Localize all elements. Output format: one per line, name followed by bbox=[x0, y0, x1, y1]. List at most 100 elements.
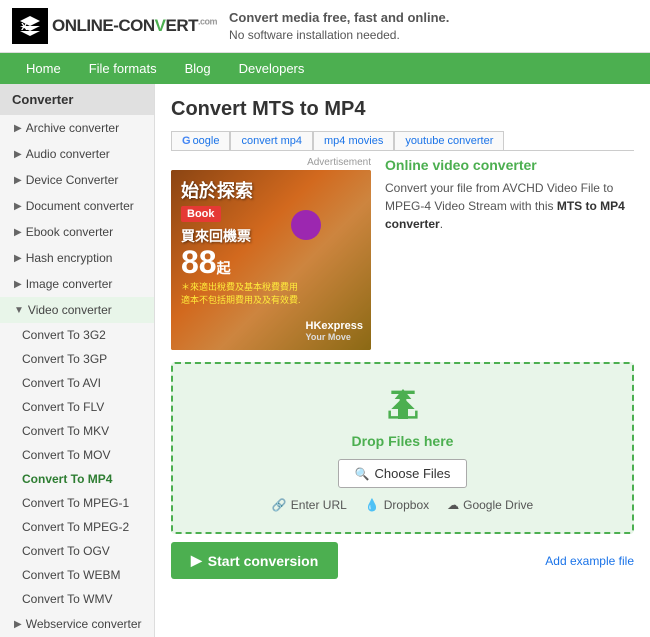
upload-area[interactable]: Drop Files here 🔍 Choose Files 🔗 Enter U… bbox=[171, 362, 634, 534]
sidebar-item-ebook[interactable]: ▶ Ebook converter bbox=[0, 219, 154, 245]
ad-brand-sub: Your Move bbox=[306, 332, 363, 342]
sidebar-label: Image converter bbox=[26, 277, 113, 291]
sidebar-subitem-mpeg1[interactable]: Convert To MPEG-1 bbox=[0, 491, 154, 515]
header: X ONLINE-CONVERT.com Convert media free,… bbox=[0, 0, 650, 53]
info-title: Online video converter bbox=[385, 157, 634, 173]
logo-name: ONLINE-CON bbox=[52, 16, 155, 35]
start-chevron-icon: ▶ bbox=[191, 552, 202, 569]
ad-book-label: Book bbox=[181, 206, 221, 222]
tagline-sub: No software installation needed. bbox=[229, 28, 400, 42]
sidebar-item-device[interactable]: ▶Device Converter bbox=[0, 167, 154, 193]
sidebar-item-audio[interactable]: ▶Audio converter bbox=[0, 141, 154, 167]
start-conversion-button[interactable]: ▶ Start conversion bbox=[171, 542, 338, 579]
page-title: Convert MTS to MP4 bbox=[171, 98, 634, 121]
sidebar-label: Ebook converter bbox=[26, 225, 113, 239]
ad-tab-youtube-converter[interactable]: youtube converter bbox=[394, 131, 504, 150]
google-g-icon: G bbox=[182, 135, 191, 147]
arrow-icon: ▶ bbox=[14, 201, 22, 212]
ad-fine-print: ＊來適出稅費及基本稅費費用適本不包括期費用及及有效費. bbox=[181, 280, 361, 306]
ad-brand: HKexpressYour Move bbox=[306, 320, 363, 342]
sidebar-label: Document converter bbox=[26, 199, 134, 213]
logo-svg-icon: X bbox=[18, 14, 42, 38]
arrow-icon: ▶ bbox=[14, 279, 22, 290]
arrow-icon: ▶ bbox=[14, 149, 22, 160]
nav-developers[interactable]: Developers bbox=[225, 53, 319, 84]
sidebar-item-image[interactable]: ▶ Image converter bbox=[0, 271, 154, 297]
info-text-end: . bbox=[440, 217, 443, 231]
sidebar-subitem-mkv[interactable]: Convert To MKV bbox=[0, 419, 154, 443]
nav-bar: Home File formats Blog Developers bbox=[0, 53, 650, 84]
ad-chinese-title: 始於探索 bbox=[181, 180, 361, 203]
info-text: Convert your file from AVCHD Video File … bbox=[385, 179, 634, 233]
ad-tab-convert-mp4[interactable]: convert mp4 bbox=[230, 131, 313, 150]
bottom-area: ▶ Start conversion Add example file bbox=[171, 542, 634, 579]
ad-circle-decoration bbox=[291, 210, 321, 240]
content-area: Advertisement 始於探索 Book 買來回機票 88起 ＊來適出稅費… bbox=[171, 157, 634, 350]
sidebar-subitem-flv[interactable]: Convert To FLV bbox=[0, 395, 154, 419]
ad-chinese-subtitle: 買來回機票 bbox=[181, 227, 361, 245]
add-example-link[interactable]: Add example file bbox=[545, 554, 634, 568]
drop-files-text: Drop Files here bbox=[193, 433, 612, 449]
main-content: Convert MTS to MP4 G oogle convert mp4 m… bbox=[155, 84, 650, 637]
search-icon: 🔍 bbox=[355, 467, 370, 481]
sidebar-item-hash[interactable]: ▶ Hash encryption bbox=[0, 245, 154, 271]
advertisement-label: Advertisement bbox=[171, 157, 371, 168]
sidebar-subitem-avi[interactable]: Convert To AVI bbox=[0, 371, 154, 395]
sidebar-subitem-wmv[interactable]: Convert To WMV bbox=[0, 587, 154, 611]
choose-files-button[interactable]: 🔍 Choose Files bbox=[338, 459, 468, 488]
sidebar-subitem-3gp[interactable]: Convert To 3GP bbox=[0, 347, 154, 371]
ad-tab-google-label: oogle bbox=[193, 135, 220, 147]
nav-blog[interactable]: Blog bbox=[171, 53, 225, 84]
arrow-icon: ▶ bbox=[14, 253, 22, 264]
dropbox-label: Dropbox bbox=[384, 498, 429, 512]
sidebar-item-video[interactable]: ▼Video converter bbox=[0, 297, 154, 323]
sidebar-label: Video converter bbox=[28, 303, 112, 317]
drive-icon: ☁ bbox=[447, 498, 459, 512]
sidebar-subitem-mpeg2[interactable]: Convert To MPEG-2 bbox=[0, 515, 154, 539]
sidebar-item-archive[interactable]: ▶Archive converter bbox=[0, 115, 154, 141]
ad-tab-google[interactable]: G oogle bbox=[171, 131, 230, 150]
ad-number: 88起 bbox=[181, 246, 361, 278]
page-layout: Converter ▶Archive converter ▶Audio conv… bbox=[0, 84, 650, 637]
logo-icon: X bbox=[12, 8, 48, 44]
sidebar-subitem-mov[interactable]: Convert To MOV bbox=[0, 443, 154, 467]
sidebar-subitem-webm[interactable]: Convert To WEBM bbox=[0, 563, 154, 587]
nav-home[interactable]: Home bbox=[12, 53, 75, 84]
logo-highlight: V bbox=[155, 16, 166, 35]
sidebar-item-webservice[interactable]: ▶ Webservice converter bbox=[0, 611, 154, 637]
upload-links: 🔗 Enter URL 💧 Dropbox ☁ Google Drive bbox=[193, 498, 612, 512]
header-tagline: Convert media free, fast and online. No … bbox=[229, 9, 449, 44]
start-conversion-label: Start conversion bbox=[208, 553, 318, 569]
upload-arrow-icon bbox=[383, 384, 423, 424]
google-drive-label: Google Drive bbox=[463, 498, 533, 512]
url-icon: 🔗 bbox=[272, 498, 287, 512]
tagline-strong: Convert media free, fast and online. bbox=[229, 10, 449, 25]
google-drive-link[interactable]: ☁ Google Drive bbox=[447, 498, 533, 512]
logo-box: X ONLINE-CONVERT.com bbox=[12, 8, 217, 44]
nav-file-formats[interactable]: File formats bbox=[75, 53, 171, 84]
choose-files-label: Choose Files bbox=[375, 466, 451, 481]
sidebar-subitem-3g2[interactable]: Convert To 3G2 bbox=[0, 323, 154, 347]
sidebar-subitem-ogv[interactable]: Convert To OGV bbox=[0, 539, 154, 563]
sidebar-subitem-mp4[interactable]: Convert To MP4 bbox=[0, 467, 154, 491]
sidebar-title: Converter bbox=[0, 84, 154, 115]
dropbox-icon: 💧 bbox=[365, 498, 380, 512]
logo-text-block: ONLINE-CONVERT.com bbox=[52, 16, 217, 36]
sidebar-item-document[interactable]: ▶ Document converter bbox=[0, 193, 154, 219]
sidebar-label: Webservice converter bbox=[26, 617, 142, 631]
ad-container: Advertisement 始於探索 Book 買來回機票 88起 ＊來適出稅費… bbox=[171, 157, 371, 350]
enter-url-link[interactable]: 🔗 Enter URL bbox=[272, 498, 347, 512]
sidebar-label: Hash encryption bbox=[26, 251, 113, 265]
dropbox-link[interactable]: 💧 Dropbox bbox=[365, 498, 429, 512]
arrow-icon: ▶ bbox=[14, 619, 22, 630]
sidebar: Converter ▶Archive converter ▶Audio conv… bbox=[0, 84, 155, 637]
ad-image: 始於探索 Book 買來回機票 88起 ＊來適出稅費及基本稅費費用適本不包括期費… bbox=[171, 170, 371, 350]
ad-block: 始於探索 Book 買來回機票 88起 ＊來適出稅費及基本稅費費用適本不包括期費… bbox=[171, 170, 371, 350]
ad-tab-mp4-movies[interactable]: mp4 movies bbox=[313, 131, 394, 150]
logo-suffix: .com bbox=[198, 16, 217, 26]
ad-overlay: 始於探索 Book 買來回機票 88起 ＊來適出稅費及基本稅費費用適本不包括期費… bbox=[171, 170, 371, 350]
upload-icon bbox=[193, 384, 612, 427]
sidebar-label: Device Converter bbox=[26, 173, 119, 187]
arrow-icon: ▶ bbox=[14, 227, 22, 238]
logo-name2: ERT bbox=[166, 16, 199, 35]
